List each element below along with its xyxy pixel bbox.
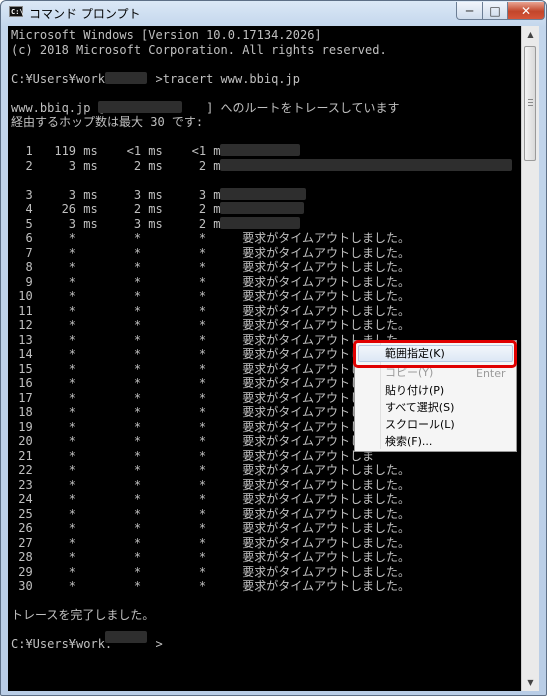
scroll-up-icon[interactable]: ▲ <box>522 26 539 43</box>
window-title: コマンド プロンプト <box>29 7 141 21</box>
menu-item-scroll[interactable]: スクロール(L) <box>385 416 455 433</box>
cmd-app-icon[interactable]: C:\ <box>9 6 24 17</box>
minimize-button[interactable]: ─ <box>456 2 483 20</box>
menu-item-paste[interactable]: 貼り付け(P) <box>385 382 444 399</box>
redacted-hop-3 <box>220 188 306 200</box>
menu-item-select-all[interactable]: すべて選択(S) <box>385 399 454 416</box>
thumb-grip-line <box>528 102 533 103</box>
redacted-hop-2 <box>220 159 512 171</box>
redacted-hop-1 <box>220 144 300 156</box>
close-button[interactable]: ✕ <box>507 2 545 20</box>
highlight-annotation <box>353 340 517 368</box>
scroll-thumb[interactable] <box>524 46 536 161</box>
thumb-grip-line <box>528 99 533 100</box>
redacted-hop-4 <box>220 202 304 214</box>
title-bar[interactable]: C:\ コマンド プロンプト ─ □ ✕ <box>1 1 546 25</box>
menu-item-find[interactable]: 検索(F)... <box>385 433 432 450</box>
redacted-username-prompt <box>105 631 147 643</box>
redacted-hop-5 <box>220 217 300 229</box>
thumb-grip-line <box>528 105 533 106</box>
vertical-scrollbar[interactable]: ▲ ▼ <box>521 26 539 691</box>
redacted-ip-address <box>98 101 182 113</box>
scroll-down-icon[interactable]: ▼ <box>522 674 539 691</box>
console-text: Microsoft Windows [Version 10.0.17134.20… <box>11 28 410 651</box>
maximize-button[interactable]: □ <box>482 2 508 20</box>
redacted-username <box>105 72 147 84</box>
